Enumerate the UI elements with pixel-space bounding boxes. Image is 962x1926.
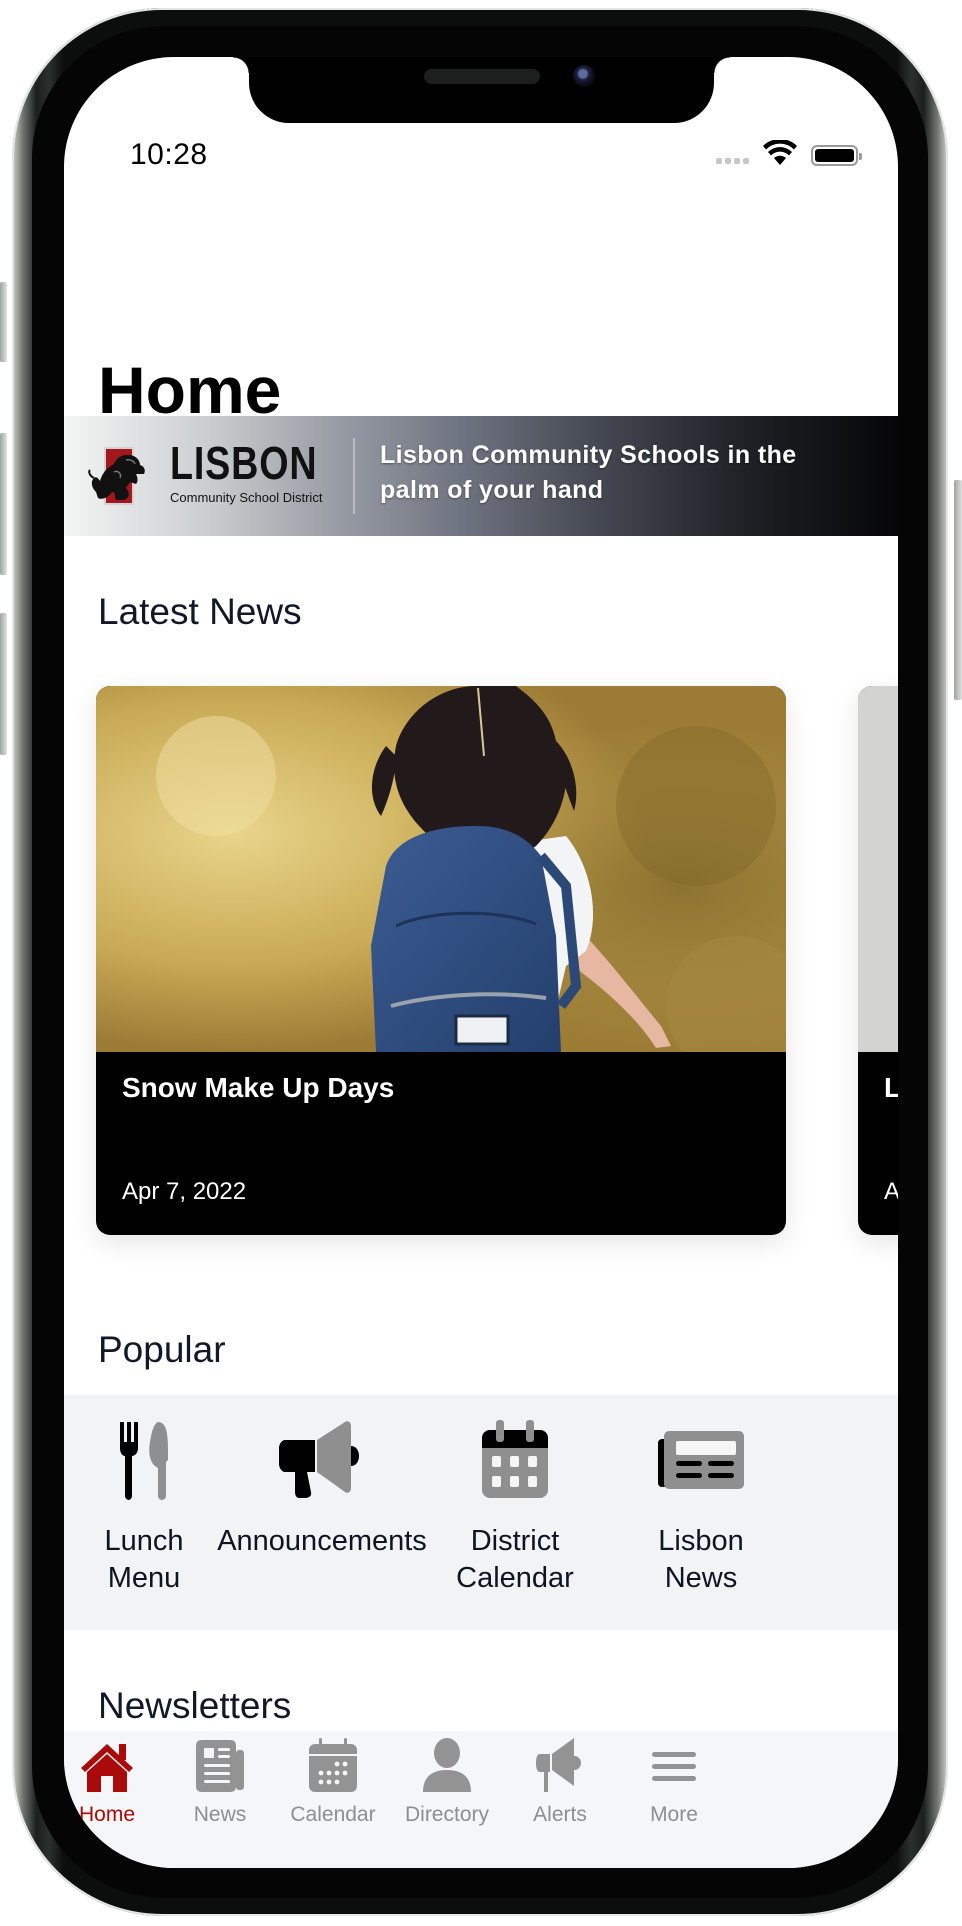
logo-wordmark: LISBON [170, 437, 318, 489]
newspaper-icon [656, 1419, 746, 1501]
earpiece-speaker [424, 69, 540, 84]
volume-down-button [0, 613, 7, 755]
home-icon [77, 1737, 137, 1795]
shortcut-label: Announcements [217, 1525, 427, 1557]
news-card[interactable]: L A [858, 686, 898, 1235]
district-banner[interactable]: LISBON Community School District Lisbon … [64, 416, 898, 536]
tab-home[interactable]: Home [64, 1737, 167, 1825]
tab-news[interactable]: News [160, 1737, 280, 1825]
tab-calendar[interactable]: Calendar [273, 1737, 393, 1825]
tab-alerts[interactable]: Alerts [500, 1737, 620, 1825]
tab-label: More [650, 1803, 698, 1826]
shortcut-label: District Calendar [456, 1525, 574, 1594]
wifi-icon [763, 140, 797, 165]
tab-label: Home [78, 1803, 136, 1826]
lion-mascot-icon [88, 454, 145, 500]
latest-news-heading: Latest News [98, 591, 302, 632]
shortcut-label: Lunch Menu [104, 1525, 184, 1594]
shortcut-announcements[interactable]: Announcements [217, 1419, 427, 1560]
phone-screen: 10:28 Home LISBON Community School Distr… [64, 57, 898, 1868]
tab-bar: Home News Calendar Directory Alerts More [64, 1731, 898, 1868]
banner-divider [353, 438, 355, 514]
shortcut-label: Lisbon News [658, 1525, 744, 1594]
megaphone-icon [530, 1737, 590, 1795]
power-button [954, 480, 962, 700]
news-card-image [96, 686, 786, 1052]
notch [233, 57, 730, 123]
news-carousel[interactable]: Snow Make Up Days Apr 7, 2022 L A [64, 686, 898, 1246]
logo-subtitle: Community School District [170, 490, 323, 505]
shortcut-lunch-menu[interactable]: Lunch Menu [64, 1419, 224, 1597]
tab-label: Alerts [533, 1803, 587, 1826]
status-icons [716, 140, 862, 166]
tab-label: News [193, 1803, 247, 1826]
volume-up-button [0, 433, 7, 575]
news-card-image [858, 686, 898, 1052]
status-time: 10:28 [130, 138, 208, 171]
megaphone-icon [277, 1419, 367, 1501]
district-logo: LISBON Community School District [86, 440, 322, 508]
tab-label: Directory [404, 1803, 489, 1826]
signal-icon [716, 158, 749, 164]
fork-knife-icon [99, 1419, 189, 1501]
news-card-date: Apr 7, 2022 [122, 1178, 247, 1205]
news-card[interactable]: Snow Make Up Days Apr 7, 2022 [96, 686, 786, 1235]
newsletters-heading: Newsletters [98, 1685, 292, 1726]
shortcut-district-calendar[interactable]: District Calendar [435, 1419, 595, 1597]
banner-tagline: Lisbon Community Schools in the palm of … [380, 441, 797, 504]
page-title: Home [98, 353, 282, 427]
calendar-icon [303, 1737, 363, 1795]
news-card-date: A [884, 1178, 898, 1205]
person-icon [417, 1737, 477, 1795]
news-card-title: Snow Make Up Days [122, 1072, 395, 1103]
front-camera [573, 65, 595, 87]
popular-heading: Popular [98, 1329, 226, 1370]
calendar-icon [470, 1419, 560, 1501]
tab-label: Calendar [290, 1803, 376, 1826]
menu-icon [644, 1737, 704, 1795]
newspaper-icon [190, 1737, 250, 1795]
shortcut-lisbon-news[interactable]: Lisbon News [621, 1419, 781, 1597]
mute-switch [0, 282, 7, 362]
tab-more[interactable]: More [614, 1737, 734, 1825]
news-card-title: L [884, 1072, 898, 1103]
popular-shortcuts: Lunch Menu Announcements District Calend… [64, 1395, 898, 1630]
tab-directory[interactable]: Directory [387, 1737, 507, 1825]
battery-icon [811, 145, 862, 166]
